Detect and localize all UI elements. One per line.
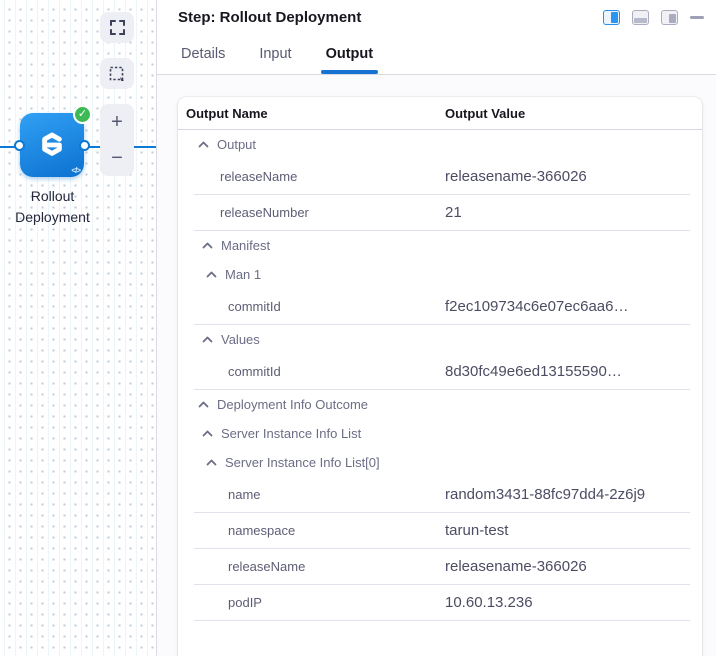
chevron-up-icon[interactable] xyxy=(202,430,214,437)
zoom-in-button[interactable]: + xyxy=(100,104,134,140)
output-value: 21 xyxy=(445,198,462,228)
panel-header: Step: Rollout Deployment xyxy=(157,0,716,26)
output-value: tarun-test xyxy=(445,516,508,546)
panel-window-controls xyxy=(603,8,704,25)
dock-float-icon[interactable] xyxy=(661,10,678,25)
group-label: Man 1 xyxy=(225,267,261,282)
dock-bottom-icon-fill xyxy=(634,18,647,23)
chevron-up-icon[interactable] xyxy=(206,271,218,278)
chevron-up-icon[interactable] xyxy=(202,242,214,249)
output-name: commitId xyxy=(178,292,445,322)
group-row: Manifest xyxy=(178,231,702,260)
output-value: releasename-366026 xyxy=(445,552,587,582)
minimize-icon[interactable] xyxy=(690,16,704,19)
group-label: Manifest xyxy=(221,238,270,253)
output-name: releaseName xyxy=(178,162,445,192)
output-name: releaseNumber xyxy=(178,198,445,228)
output-value: 8d30fc49e6ed13155590… xyxy=(445,357,622,387)
output-value: 10.60.13.236 xyxy=(445,588,533,618)
success-check-icon: ✓ xyxy=(73,105,92,124)
pipeline-step-view: ✓ </> Rollout Deployment + − Step: Rollo… xyxy=(0,0,716,656)
table-body: OutputreleaseNamereleasename-366026relea… xyxy=(178,130,702,621)
group-row: Deployment Info Outcome xyxy=(178,390,702,419)
output-value: releasename-366026 xyxy=(445,162,587,192)
group-row: Values xyxy=(178,325,702,354)
code-icon: </> xyxy=(71,166,80,175)
zoom-controls: + − xyxy=(100,104,134,176)
node-label: Rollout Deployment xyxy=(0,186,105,228)
dock-float-icon-fill xyxy=(669,14,676,23)
group-label: Server Instance Info List xyxy=(221,426,361,441)
output-row: commitIdf2ec109734c6e07ec6aa6… xyxy=(178,289,702,325)
output-table-card: Output Name Output Value Output releaseNa… xyxy=(178,97,702,656)
table-header-row: Output Name Output Value xyxy=(178,97,702,130)
group-label: Deployment Info Outcome xyxy=(217,397,368,412)
output-name: releaseName xyxy=(178,552,445,582)
zoom-out-button[interactable]: − xyxy=(100,140,134,176)
group-label: Server Instance Info List[0] xyxy=(225,455,380,470)
output-tab-content: Output Name Output Value Output releaseNa… xyxy=(157,75,716,656)
output-name: namespace xyxy=(178,516,445,546)
dock-right-icon[interactable] xyxy=(603,10,620,25)
dock-bottom-icon[interactable] xyxy=(632,10,649,25)
column-header-output-name: Output Name xyxy=(178,106,445,121)
expand-icon xyxy=(110,20,125,35)
input-port[interactable] xyxy=(14,140,25,151)
output-name: name xyxy=(178,480,445,510)
output-row: releaseNamereleasename-366026 xyxy=(178,549,702,585)
output-name: podIP xyxy=(178,588,445,618)
tab-output[interactable]: Output xyxy=(323,40,377,74)
chevron-up-icon[interactable] xyxy=(206,459,218,466)
pipeline-canvas[interactable]: ✓ </> Rollout Deployment + − xyxy=(0,0,157,656)
chevron-up-icon[interactable] xyxy=(198,401,210,408)
group-row: Man 1 xyxy=(178,260,702,289)
expand-canvas-button[interactable] xyxy=(100,12,134,43)
column-header-output-value: Output Value xyxy=(445,106,702,121)
panel-title: Step: Rollout Deployment xyxy=(178,8,361,26)
group-row: Server Instance Info List xyxy=(178,419,702,448)
group-row: Server Instance Info List[0] xyxy=(178,448,702,477)
step-detail-panel: Step: Rollout Deployment Details Input Out… xyxy=(157,0,716,656)
marquee-select-icon xyxy=(109,66,125,82)
output-port[interactable] xyxy=(79,140,90,151)
group-row: Output xyxy=(178,130,702,159)
tab-bar: Details Input Output xyxy=(157,26,716,75)
tab-input[interactable]: Input xyxy=(256,40,294,74)
output-row: namerandom3431-88fc97dd4-2z6j9 xyxy=(178,477,702,513)
chevron-up-icon[interactable] xyxy=(198,141,210,148)
dock-right-icon-fill xyxy=(611,12,618,23)
step-node-rollout-deployment[interactable]: ✓ </> xyxy=(20,113,84,177)
output-row: namespacetarun-test xyxy=(178,513,702,549)
group-label: Output xyxy=(217,137,256,152)
output-row: releaseNamereleasename-366026 xyxy=(178,159,702,195)
output-name: commitId xyxy=(178,357,445,387)
output-row: releaseNumber21 xyxy=(178,195,702,231)
output-row: podIP10.60.13.236 xyxy=(178,585,702,621)
group-label: Values xyxy=(221,332,260,347)
output-row: commitId8d30fc49e6ed13155590… xyxy=(178,354,702,390)
marquee-select-button[interactable] xyxy=(100,58,134,89)
tab-details[interactable]: Details xyxy=(178,40,228,74)
chevron-up-icon[interactable] xyxy=(202,336,214,343)
output-value: f2ec109734c6e07ec6aa6… xyxy=(445,292,629,322)
output-value: random3431-88fc97dd4-2z6j9 xyxy=(445,480,645,510)
harness-step-icon xyxy=(33,126,71,164)
